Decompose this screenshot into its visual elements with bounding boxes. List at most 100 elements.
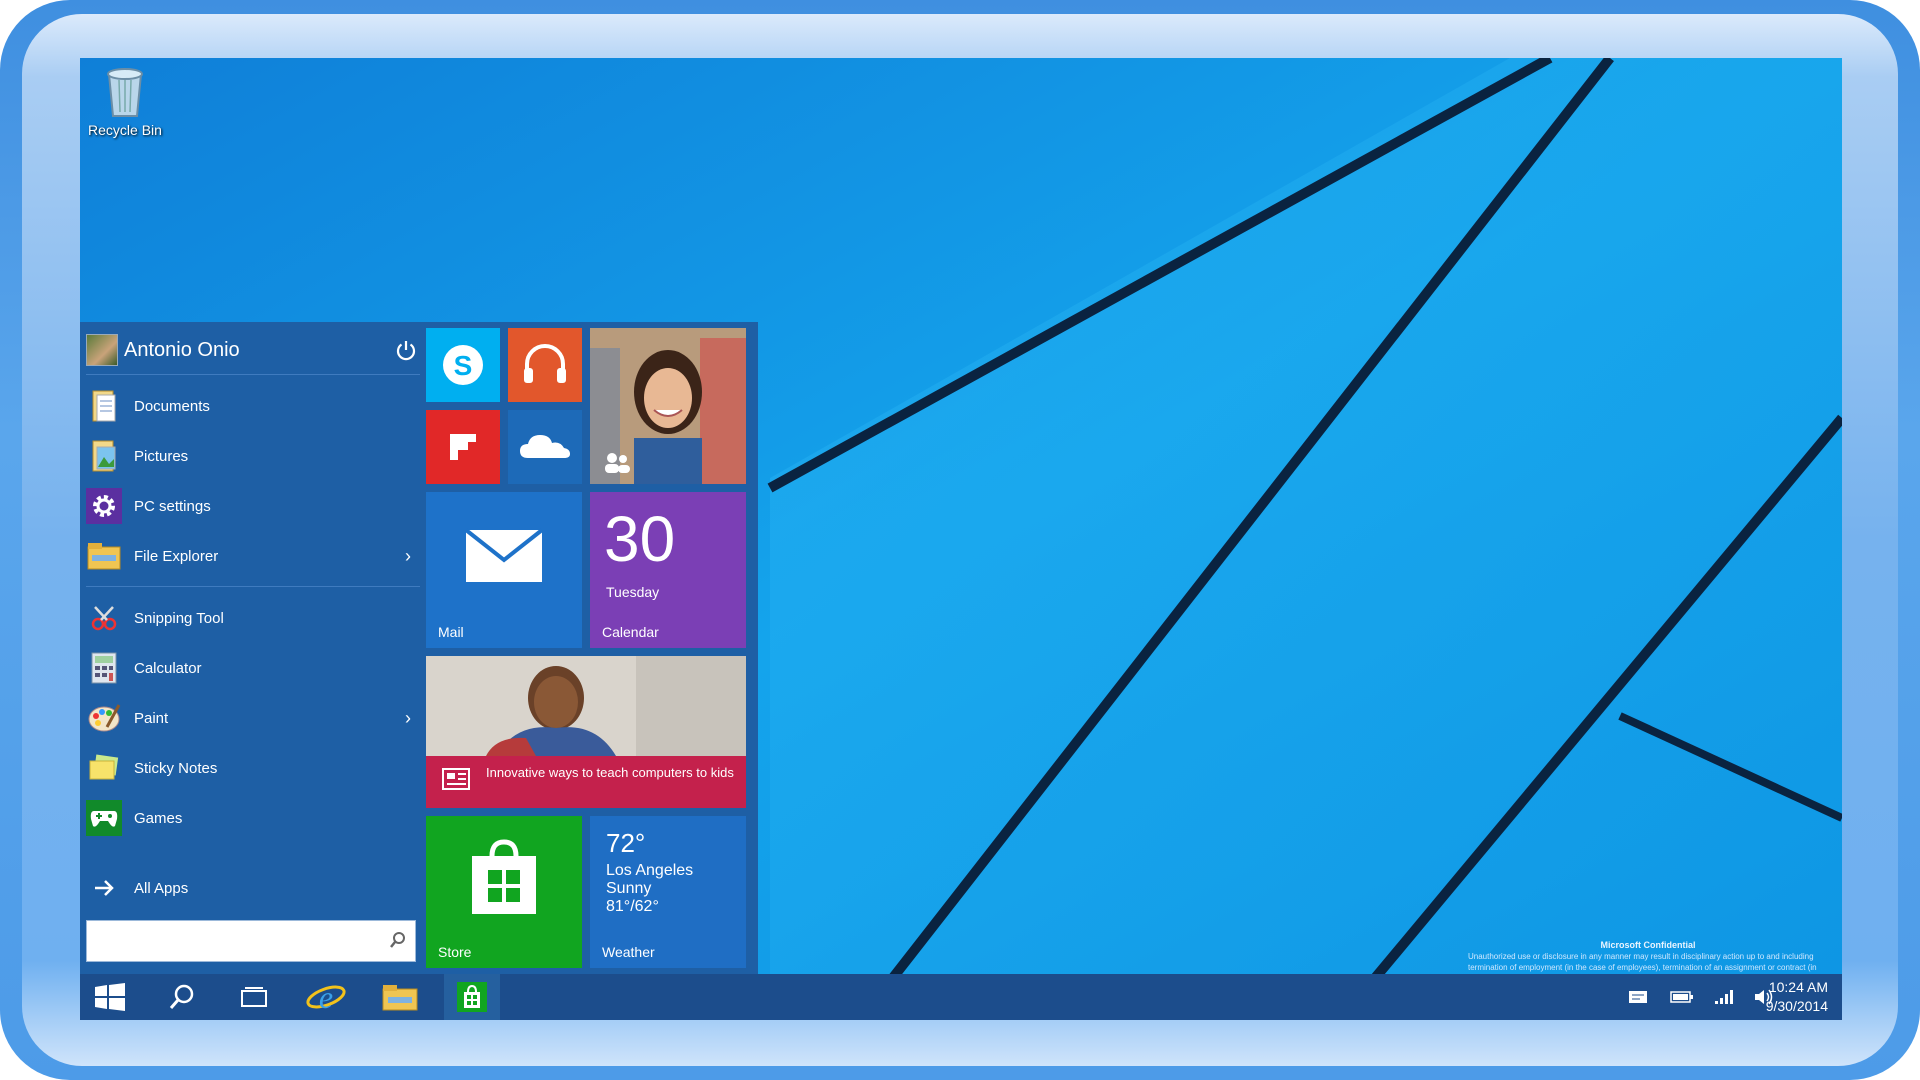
task-view-icon	[241, 987, 267, 1007]
power-button[interactable]	[392, 336, 420, 364]
menu-item-pictures[interactable]: Pictures	[86, 434, 420, 478]
menu-item-sticky-notes[interactable]: Sticky Notes	[86, 746, 420, 790]
envelope-icon	[464, 528, 544, 582]
gear-icon	[86, 488, 122, 524]
menu-item-label: PC settings	[134, 497, 211, 515]
search-input[interactable]	[87, 921, 377, 961]
menu-item-calculator[interactable]: Calculator	[86, 646, 420, 690]
weather-label: Weather	[602, 944, 655, 960]
news-icon	[442, 768, 470, 790]
clock-time: 10:24 AM	[1768, 979, 1828, 995]
svg-text:e: e	[319, 979, 333, 1015]
divider	[86, 586, 420, 587]
weather-temp: 72°	[606, 828, 646, 858]
confidential-title: Microsoft Confidential	[1600, 940, 1696, 950]
headphones-icon	[524, 344, 566, 383]
network-status[interactable]	[1706, 974, 1742, 1020]
menu-item-label: Calculator	[134, 659, 202, 677]
message-icon	[1629, 991, 1647, 1003]
calendar-day-number: 30	[604, 503, 676, 575]
clock-date: 9/30/2014	[1765, 998, 1828, 1014]
windows-logo-icon	[95, 983, 125, 1011]
cloud-icon	[520, 435, 570, 458]
menu-item-label: Games	[134, 809, 183, 827]
calendar-tile[interactable]: 30 Tuesday Calendar	[590, 492, 746, 648]
pictures-icon	[86, 438, 122, 474]
store-label: Store	[438, 944, 472, 960]
user-account[interactable]: Antonio Onio	[86, 328, 420, 372]
internet-explorer-icon: e	[306, 979, 346, 1015]
start-menu-list: Antonio Onio Documents Pictures PC setti…	[80, 322, 424, 974]
menu-item-label: Pictures	[134, 447, 189, 465]
people-tile[interactable]	[590, 328, 746, 484]
menu-item-label: Sticky Notes	[134, 759, 218, 777]
flipboard-icon	[450, 434, 476, 460]
taskbar: e 10:24 AM 9/30/2014	[80, 974, 1842, 1020]
desktop-screen: Recycle Bin Microsoft Confidential Unaut…	[80, 58, 1842, 1020]
onedrive-tile[interactable]	[508, 410, 582, 484]
menu-item-label: Snipping Tool	[134, 609, 224, 627]
palette-icon	[86, 700, 122, 736]
mail-label: Mail	[438, 624, 464, 640]
task-view-button[interactable]	[226, 974, 282, 1020]
recycle-bin-shortcut[interactable]: Recycle Bin	[80, 62, 170, 138]
news-photo	[426, 656, 746, 756]
music-tile[interactable]	[508, 328, 582, 402]
store-taskbar-button[interactable]	[444, 974, 500, 1020]
power-icon	[396, 341, 416, 361]
menu-item-snipping-tool[interactable]: Snipping Tool	[86, 596, 420, 640]
recycle-bin-label: Recycle Bin	[88, 122, 162, 138]
menu-item-label: Paint	[134, 709, 169, 727]
menu-item-label: File Explorer	[134, 547, 219, 565]
menu-item-games[interactable]: Games	[86, 796, 420, 840]
people-icon	[605, 453, 630, 473]
calculator-icon	[86, 650, 122, 686]
avatar	[86, 334, 118, 366]
file-explorer-button[interactable]	[372, 974, 428, 1020]
taskbar-search-button[interactable]	[154, 974, 210, 1020]
search-icon	[169, 984, 194, 1009]
chevron-right-icon[interactable]: ›	[396, 546, 420, 567]
clock[interactable]: 10:24 AM 9/30/2014	[1766, 978, 1828, 1016]
divider	[86, 374, 420, 375]
weather-tile[interactable]: 72° Los Angeles Sunny 81°/62° Weather	[590, 816, 746, 968]
all-apps-label: All Apps	[134, 879, 189, 897]
store-icon	[457, 982, 487, 1012]
gamepad-icon	[86, 800, 122, 836]
scissors-icon	[86, 600, 122, 636]
start-button[interactable]	[82, 974, 138, 1020]
calendar-label: Calendar	[602, 624, 659, 640]
internet-explorer-button[interactable]: e	[298, 974, 354, 1020]
weather-city: Los Angeles	[606, 862, 694, 879]
menu-item-file-explorer[interactable]: File Explorer ›	[86, 534, 420, 578]
weather-condition: Sunny	[606, 880, 652, 897]
notification-tray-button[interactable]	[1620, 974, 1656, 1020]
chevron-right-icon[interactable]: ›	[396, 708, 420, 729]
recycle-bin-icon	[107, 68, 143, 117]
calendar-day-name: Tuesday	[606, 584, 660, 600]
start-menu: Antonio Onio Documents Pictures PC setti…	[80, 322, 758, 974]
store-tile[interactable]: Store	[426, 816, 582, 968]
skype-tile[interactable]: S	[426, 328, 500, 402]
menu-item-pc-settings[interactable]: PC settings	[86, 484, 420, 528]
menu-item-documents[interactable]: Documents	[86, 384, 420, 428]
arrow-right-icon	[86, 870, 122, 906]
start-search-box[interactable]	[86, 920, 416, 962]
user-name: Antonio Onio	[124, 338, 240, 361]
shopping-bag-icon	[472, 839, 536, 914]
flipboard-tile[interactable]	[426, 410, 500, 484]
sticky-notes-icon	[86, 750, 122, 786]
folder-icon	[86, 538, 122, 574]
battery-icon	[1670, 991, 1693, 1003]
battery-status[interactable]	[1664, 974, 1700, 1020]
signal-icon	[1715, 990, 1733, 1004]
svg-text:S: S	[454, 350, 473, 381]
all-apps-button[interactable]: All Apps	[86, 866, 420, 910]
folder-icon	[382, 985, 418, 1011]
search-icon[interactable]	[389, 931, 407, 949]
mail-tile[interactable]: Mail	[426, 492, 582, 648]
documents-icon	[86, 388, 122, 424]
news-tile[interactable]: Innovative ways to teach computers to ki…	[426, 656, 746, 808]
skype-icon: S	[443, 345, 483, 385]
menu-item-paint[interactable]: Paint ›	[86, 696, 420, 740]
